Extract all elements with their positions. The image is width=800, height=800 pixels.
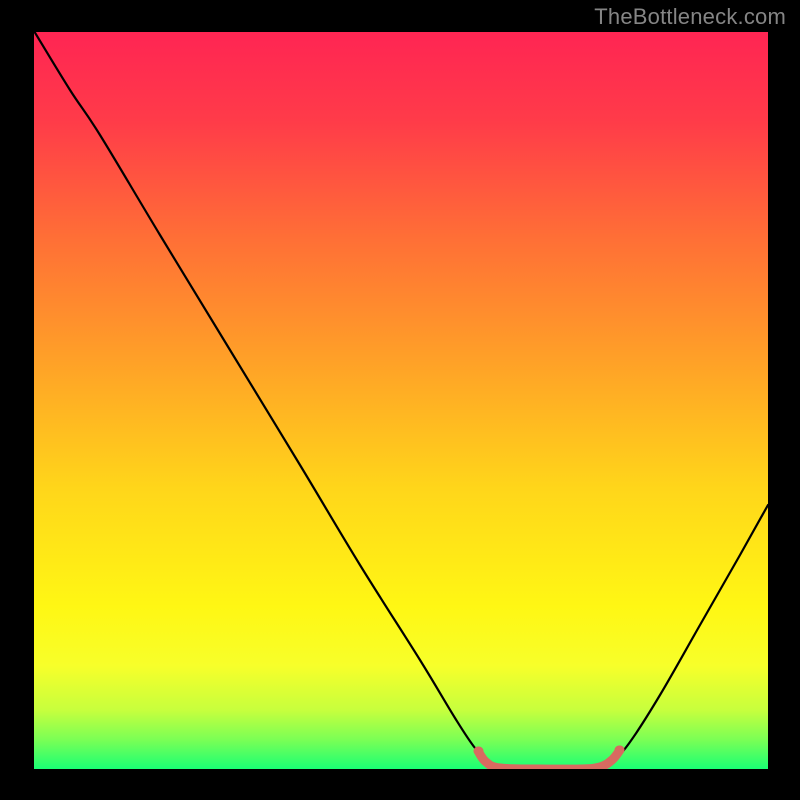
marker-end-dot	[615, 746, 624, 755]
plot-background	[34, 32, 768, 769]
bottleneck-chart	[0, 0, 800, 800]
marker-end-dot	[475, 747, 484, 756]
attribution-label: TheBottleneck.com	[594, 4, 786, 30]
chart-frame: TheBottleneck.com	[0, 0, 800, 800]
